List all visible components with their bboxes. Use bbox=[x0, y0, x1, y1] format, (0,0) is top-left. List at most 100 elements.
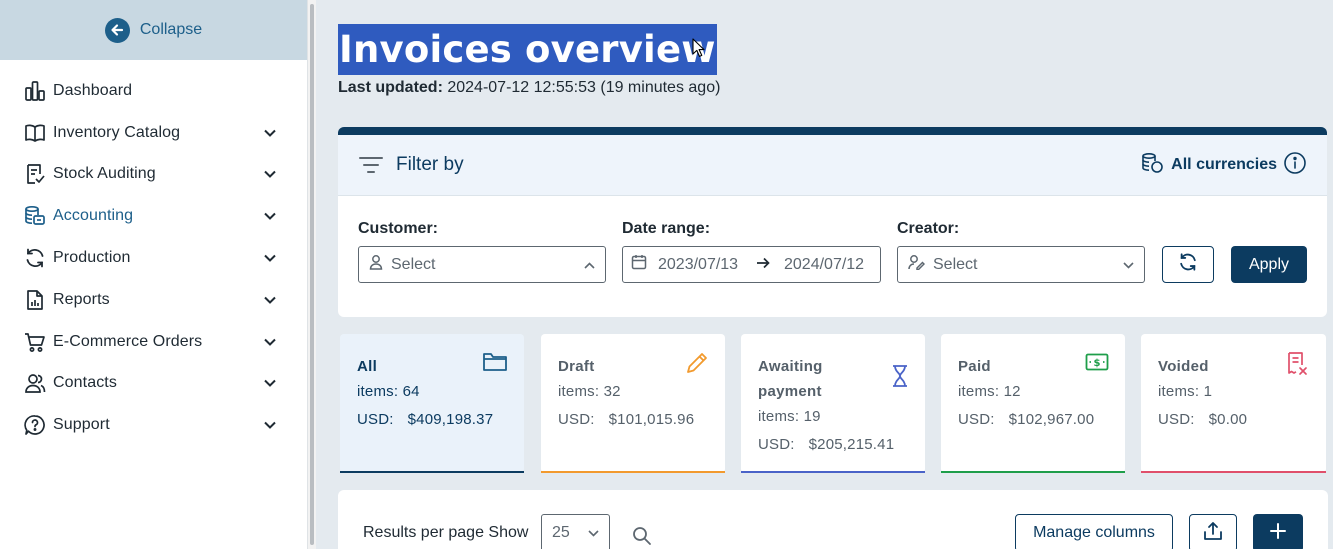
date-range-label: Date range: bbox=[622, 220, 711, 237]
card-name: All bbox=[357, 358, 378, 375]
sidebar-item-ecommerce-orders[interactable]: E-Commerce Orders bbox=[0, 321, 307, 363]
sidebar-scrollbar[interactable] bbox=[307, 0, 316, 549]
checklist-icon bbox=[23, 162, 47, 186]
date-range-picker[interactable]: 2023/07/13 2024/07/12 bbox=[622, 246, 881, 283]
chevron-down-icon bbox=[263, 376, 277, 390]
last-updated: Last updated: 2024-07-12 12:55:53 (19 mi… bbox=[338, 79, 720, 97]
folder-icon bbox=[482, 351, 508, 378]
sidebar-nav: Dashboard Inventory Catalog Stock Auditi… bbox=[0, 60, 307, 446]
sidebar-item-label: Support bbox=[53, 416, 110, 434]
mouse-cursor-icon bbox=[692, 38, 706, 63]
book-icon bbox=[23, 121, 47, 145]
card-name: Draft bbox=[558, 358, 595, 375]
card-amount-value: $0.00 bbox=[1208, 411, 1248, 428]
last-updated-label: Last updated: bbox=[338, 79, 443, 96]
currency-selector[interactable]: All currencies bbox=[1141, 151, 1307, 180]
filter-body: Customer: Select Date range: 2023/07/13 … bbox=[338, 196, 1327, 317]
card-amount: USD: $101,015.96 bbox=[558, 405, 708, 435]
export-button[interactable] bbox=[1189, 514, 1237, 549]
dashboard-icon bbox=[23, 79, 47, 103]
apply-button[interactable]: Apply bbox=[1231, 246, 1307, 283]
per-page-select[interactable]: 25 bbox=[541, 514, 610, 549]
status-card-voided[interactable]: Voided items: 1 USD: $0.00 bbox=[1141, 334, 1326, 473]
creator-select[interactable]: Select bbox=[897, 246, 1145, 283]
creator-label: Creator: bbox=[897, 220, 960, 237]
chevron-down-icon bbox=[1123, 256, 1134, 274]
info-icon[interactable] bbox=[1283, 151, 1307, 180]
cart-icon bbox=[23, 330, 47, 354]
add-invoice-button[interactable] bbox=[1253, 514, 1303, 549]
card-amount: USD: $0.00 bbox=[1158, 405, 1309, 435]
search-icon[interactable] bbox=[632, 526, 652, 549]
card-currency: USD: bbox=[1158, 411, 1195, 428]
filter-panel: Filter by All currencies Customer: Selec… bbox=[338, 127, 1327, 317]
chevron-down-icon bbox=[588, 524, 599, 542]
card-items: items: 12 bbox=[958, 383, 1021, 400]
chevron-down-icon bbox=[263, 335, 277, 349]
sidebar-item-support[interactable]: Support bbox=[0, 404, 307, 446]
cash-icon: $ bbox=[1085, 353, 1109, 376]
scrollbar-thumb[interactable] bbox=[310, 4, 314, 545]
sidebar-item-stock-auditing[interactable]: Stock Auditing bbox=[0, 154, 307, 196]
sidebar-item-label: Reports bbox=[53, 290, 110, 308]
sidebar-item-label: Dashboard bbox=[53, 81, 133, 99]
reset-filters-button[interactable] bbox=[1162, 246, 1214, 283]
card-name: Voided bbox=[1158, 358, 1209, 375]
card-name: Awaiting payment bbox=[758, 358, 823, 400]
card-amount-value: $101,015.96 bbox=[608, 411, 695, 428]
creator-select-value: Select bbox=[933, 255, 978, 273]
sidebar-item-production[interactable]: Production bbox=[0, 237, 307, 279]
status-card-draft[interactable]: Draft items: 32 USD: $101,015.96 bbox=[541, 334, 725, 473]
sidebar-item-label: Contacts bbox=[53, 374, 117, 392]
chevron-down-icon bbox=[263, 209, 277, 223]
chevron-down-icon bbox=[263, 418, 277, 432]
sidebar-item-contacts[interactable]: Contacts bbox=[0, 363, 307, 405]
date-from-input[interactable]: 2023/07/13 bbox=[658, 256, 742, 274]
manage-columns-button[interactable]: Manage columns bbox=[1015, 514, 1173, 549]
filter-title: Filter by bbox=[396, 154, 464, 175]
card-accent-bar bbox=[741, 471, 925, 473]
refresh-icon bbox=[23, 246, 47, 270]
card-name: Paid bbox=[958, 358, 991, 375]
sidebar: Collapse Dashboard Inventory Catalog Sto… bbox=[0, 0, 307, 549]
sidebar-item-label: E-Commerce Orders bbox=[53, 332, 203, 350]
card-accent-bar bbox=[941, 471, 1125, 473]
plus-icon bbox=[1269, 522, 1287, 545]
help-icon bbox=[23, 413, 47, 437]
sidebar-item-label: Inventory Catalog bbox=[53, 123, 181, 141]
arrow-left-icon bbox=[104, 17, 130, 43]
card-amount-value: $102,967.00 bbox=[1008, 411, 1095, 428]
calendar-icon bbox=[631, 254, 647, 275]
sidebar-item-dashboard[interactable]: Dashboard bbox=[0, 70, 307, 112]
sidebar-item-reports[interactable]: Reports bbox=[0, 279, 307, 321]
card-accent-bar bbox=[340, 471, 524, 473]
hourglass-icon bbox=[891, 364, 909, 393]
card-accent-bar bbox=[1141, 471, 1326, 473]
sidebar-item-inventory-catalog[interactable]: Inventory Catalog bbox=[0, 112, 307, 154]
date-to-input[interactable]: 2024/07/12 bbox=[784, 256, 868, 274]
results-per-page-label: Results per page Show bbox=[363, 524, 529, 541]
card-items: items: 19 bbox=[758, 408, 821, 425]
card-items: items: 64 bbox=[357, 383, 420, 400]
sidebar-item-accounting[interactable]: Accounting bbox=[0, 195, 307, 237]
page-title: Invoices overview bbox=[338, 24, 717, 75]
refresh-icon bbox=[1178, 252, 1198, 277]
status-card-paid[interactable]: Paid items: 12 USD: $102,967.00 $ bbox=[941, 334, 1125, 473]
chevron-up-icon bbox=[584, 256, 595, 274]
status-card-awaiting-payment[interactable]: Awaiting payment items: 19 USD: $205,215.… bbox=[741, 334, 925, 473]
status-card-all[interactable]: All items: 64 USD: $409,198.37 bbox=[340, 334, 524, 473]
per-page-value: 25 bbox=[552, 524, 570, 541]
coins-icon bbox=[1141, 152, 1165, 179]
card-amount: USD: $102,967.00 bbox=[958, 405, 1108, 435]
collapse-button[interactable]: Collapse bbox=[0, 0, 307, 60]
card-items: items: 1 bbox=[1158, 383, 1213, 400]
filter-header: Filter by All currencies bbox=[338, 135, 1327, 196]
currency-label: All currencies bbox=[1171, 156, 1277, 173]
pencil-icon bbox=[685, 351, 709, 380]
collapse-label: Collapse bbox=[139, 21, 203, 38]
card-amount-value: $409,198.37 bbox=[407, 411, 494, 428]
customer-select[interactable]: Select bbox=[358, 246, 606, 283]
users-icon bbox=[23, 371, 47, 395]
filter-lines-icon bbox=[358, 155, 384, 175]
report-icon bbox=[23, 288, 47, 312]
